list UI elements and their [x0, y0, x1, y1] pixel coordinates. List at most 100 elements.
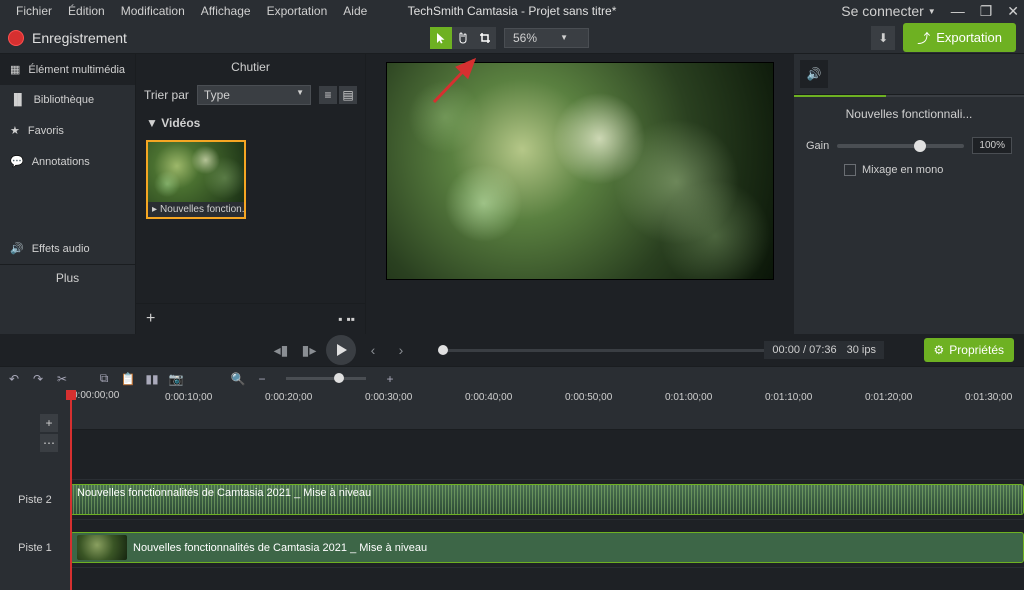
star-icon: ★ [10, 124, 20, 137]
playhead[interactable] [70, 390, 72, 590]
sidebar-more[interactable]: Plus [10, 271, 125, 285]
audio-properties-icon[interactable]: 🔊 [800, 60, 828, 88]
export-button[interactable]: ⤴ Exportation [903, 23, 1016, 52]
split-button[interactable]: ▮▮ [144, 371, 160, 387]
ruler-tick: 0:00:10;00 [165, 392, 212, 403]
zoom-select[interactable]: 56%▼ [504, 28, 589, 48]
sidebar-item-audioeffects[interactable]: 🔊Effets audio [0, 233, 135, 264]
close-icon[interactable]: ✕ [1007, 3, 1019, 20]
sidebar-item-library[interactable]: ▐▌Bibliothèque [0, 85, 135, 115]
record-icon [8, 30, 24, 46]
redo-button[interactable]: ↷ [30, 371, 46, 387]
zoom-out-button[interactable]: − [254, 371, 270, 387]
properties-button[interactable]: ⚙ Propriétés [924, 338, 1014, 362]
add-media-button[interactable]: + [146, 310, 155, 328]
clip-name: Nouvelles fonction... [160, 204, 244, 215]
undo-button[interactable]: ↶ [6, 371, 22, 387]
crop-tool[interactable] [474, 27, 496, 49]
menu-edit[interactable]: Édition [60, 2, 113, 20]
properties-title: Nouvelles fonctionnali... [794, 97, 1024, 131]
timeline: + ⋯ 0:00:00;00 0:00:10;00 0:00:20;00 0:0… [0, 390, 1024, 590]
ruler-tick: 0:01:20;00 [865, 392, 912, 403]
ruler-tick: 0:00:20;00 [265, 392, 312, 403]
media-clip[interactable]: ▸Nouvelles fonction... [146, 140, 246, 219]
record-button[interactable]: Enregistrement [8, 30, 127, 46]
film-icon: ▦ [10, 63, 20, 76]
menu-help[interactable]: Aide [335, 2, 375, 20]
menu-file[interactable]: Fichier [8, 2, 60, 20]
signin-link[interactable]: Se connecter ▼ [841, 3, 935, 19]
mono-label: Mixage en mono [862, 164, 943, 176]
download-button[interactable]: ⬇ [871, 26, 895, 50]
panel-title: Chutier [136, 54, 365, 80]
cursor-tool[interactable] [430, 27, 452, 49]
track-1-label[interactable]: Piste 1 [0, 528, 70, 567]
sort-select[interactable]: Type▼ [197, 85, 311, 105]
sidebar-item-favorites[interactable]: ★Favoris [0, 115, 135, 146]
view-list-icon[interactable]: ≡ [319, 86, 337, 104]
ruler-tick: 0:00:50;00 [565, 392, 612, 403]
gain-label: Gain [806, 140, 829, 152]
preview-canvas[interactable] [386, 62, 774, 280]
menu-modify[interactable]: Modification [113, 2, 193, 20]
sidebar-item-annotations[interactable]: 💬Annotations [0, 146, 135, 177]
zoom-icon: 🔍 [230, 371, 246, 387]
media-panel: Chutier Trier par Type▼ ≡ ▤ ▼ Vidéos ▸No… [136, 54, 366, 334]
track-2-label[interactable]: Piste 2 [0, 480, 70, 519]
clip-type-icon: ▸ [152, 204, 157, 215]
thumb-size-large[interactable]: ▪▪ [346, 312, 355, 326]
book-icon: ▐▌ [10, 94, 26, 106]
copy-button[interactable]: ⧉ [96, 371, 112, 387]
gear-icon: ⚙ [934, 343, 945, 357]
menubar: Fichier Édition Modification Affichage E… [0, 0, 1024, 22]
clip-thumbnail [148, 142, 244, 202]
mono-checkbox[interactable] [844, 164, 856, 176]
track-2[interactable]: Piste 2 Nouvelles fonctionnalités de Cam… [70, 480, 1024, 520]
app-title: TechSmith Camtasia - Projet sans titre* [408, 4, 617, 18]
section-videos[interactable]: ▼ Vidéos [136, 110, 365, 136]
screenshot-button[interactable]: 📷 [168, 371, 184, 387]
speaker-icon: 🔊 [10, 242, 24, 255]
cut-button[interactable]: ✂ [54, 371, 70, 387]
timeline-zoom-slider[interactable] [286, 377, 366, 380]
track-1[interactable]: Piste 1 Nouvelles fonctionnalités de Cam… [70, 528, 1024, 568]
playhead-timecode: 0:00:00;00 [72, 390, 119, 401]
clip-track-2[interactable]: Nouvelles fonctionnalités de Camtasia 20… [70, 484, 1024, 515]
step-fwd-button[interactable]: › [390, 339, 412, 361]
zoom-in-button[interactable]: + [382, 371, 398, 387]
maximize-icon[interactable]: ❐ [980, 3, 993, 20]
callout-icon: 💬 [10, 155, 24, 168]
export-icon: ⤴ [917, 28, 930, 47]
time-display: 00:00 / 07:3630 ips [764, 341, 884, 359]
ruler-tick: 0:01:30;00 [965, 392, 1012, 403]
menu-export[interactable]: Exportation [259, 2, 336, 20]
menu-view[interactable]: Affichage [193, 2, 259, 20]
view-grid-icon[interactable]: ▤ [339, 86, 357, 104]
clip-track-1[interactable]: Nouvelles fonctionnalités de Camtasia 20… [70, 532, 1024, 563]
sidebar-item-media[interactable]: ▦Élément multimédia [0, 54, 135, 85]
paste-button[interactable]: 📋 [120, 371, 136, 387]
minimize-icon[interactable]: — [951, 3, 965, 19]
timeline-ruler[interactable]: 0:00:00;00 0:00:10;00 0:00:20;00 0:00:30… [70, 390, 1024, 430]
playback-bar: ◂▮ ▮▸ ‹ › 00:00 / 07:3630 ips ⚙ Propriét… [0, 334, 1024, 366]
canvas-area [366, 54, 794, 334]
next-frame-button[interactable]: ▮▸ [298, 339, 320, 361]
thumb-size-small[interactable]: ▪ [338, 312, 342, 326]
track-add-button[interactable]: + [40, 414, 58, 432]
ruler-tick: 0:01:10;00 [765, 392, 812, 403]
ruler-tick: 0:00:40;00 [465, 392, 512, 403]
prev-frame-button[interactable]: ◂▮ [270, 339, 292, 361]
ruler-tick: 0:00:30;00 [365, 392, 412, 403]
timeline-toolbar: ↶ ↷ ✂ ⧉ 📋 ▮▮ 📷 🔍 − + [0, 366, 1024, 390]
step-back-button[interactable]: ‹ [362, 339, 384, 361]
clip-thumb-icon [77, 535, 127, 560]
main-toolbar: Enregistrement 56%▼ ⬇ ⤴ Exportation [0, 22, 1024, 54]
track-menu-button[interactable]: ⋯ [40, 434, 58, 452]
ruler-tick: 0:01:00;00 [665, 392, 712, 403]
sort-label: Trier par [144, 88, 189, 102]
gain-slider[interactable] [837, 144, 964, 148]
pan-tool[interactable] [452, 27, 474, 49]
playback-slider[interactable] [438, 349, 788, 352]
play-button[interactable] [326, 335, 356, 365]
gain-value[interactable]: 100% [972, 137, 1012, 154]
